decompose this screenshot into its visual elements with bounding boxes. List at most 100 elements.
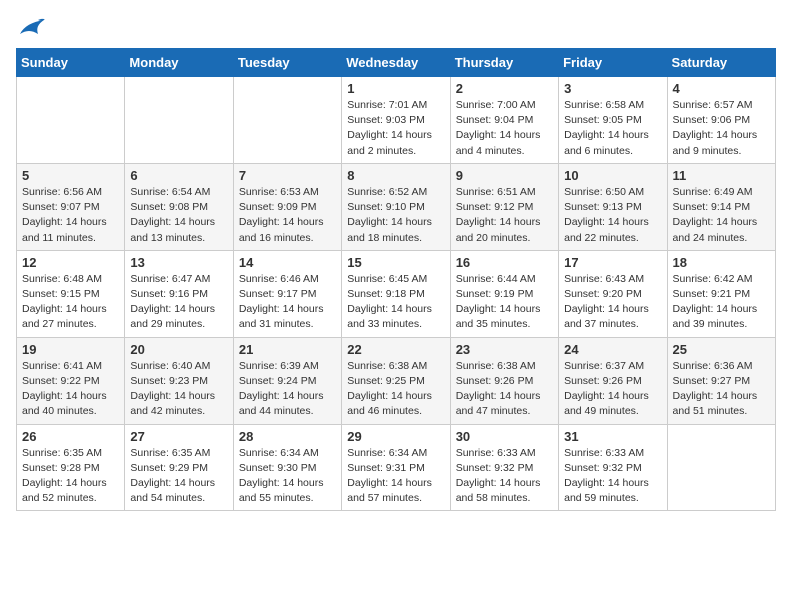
calendar-cell: 13 Sunrise: 6:47 AM Sunset: 9:16 PM Dayli…: [125, 250, 233, 337]
cell-content: Sunrise: 7:00 AM Sunset: 9:04 PM Dayligh…: [456, 98, 553, 159]
calendar-cell: 2 Sunrise: 7:00 AM Sunset: 9:04 PM Daylig…: [450, 77, 558, 164]
day-of-week-header: Wednesday: [342, 49, 450, 77]
calendar-cell: [667, 424, 775, 511]
day-number: 17: [564, 255, 661, 270]
day-number: 9: [456, 168, 553, 183]
cell-content: Sunrise: 6:33 AM Sunset: 9:32 PM Dayligh…: [564, 446, 661, 507]
logo: [16, 16, 46, 38]
day-number: 19: [22, 342, 119, 357]
day-number: 31: [564, 429, 661, 444]
day-of-week-header: Friday: [559, 49, 667, 77]
cell-content: Sunrise: 6:42 AM Sunset: 9:21 PM Dayligh…: [673, 272, 770, 333]
cell-content: Sunrise: 6:54 AM Sunset: 9:08 PM Dayligh…: [130, 185, 227, 246]
calendar-table: SundayMondayTuesdayWednesdayThursdayFrid…: [16, 48, 776, 511]
calendar-cell: 21 Sunrise: 6:39 AM Sunset: 9:24 PM Dayli…: [233, 337, 341, 424]
day-number: 20: [130, 342, 227, 357]
calendar-cell: 25 Sunrise: 6:36 AM Sunset: 9:27 PM Dayli…: [667, 337, 775, 424]
day-number: 24: [564, 342, 661, 357]
day-number: 1: [347, 81, 444, 96]
cell-content: Sunrise: 7:01 AM Sunset: 9:03 PM Dayligh…: [347, 98, 444, 159]
calendar-cell: [125, 77, 233, 164]
day-number: 10: [564, 168, 661, 183]
day-number: 21: [239, 342, 336, 357]
calendar-cell: 18 Sunrise: 6:42 AM Sunset: 9:21 PM Dayli…: [667, 250, 775, 337]
cell-content: Sunrise: 6:38 AM Sunset: 9:26 PM Dayligh…: [456, 359, 553, 420]
calendar-cell: 9 Sunrise: 6:51 AM Sunset: 9:12 PM Daylig…: [450, 163, 558, 250]
cell-content: Sunrise: 6:46 AM Sunset: 9:17 PM Dayligh…: [239, 272, 336, 333]
day-number: 6: [130, 168, 227, 183]
calendar-cell: 28Sunrise: 6:34 AM Sunset: 9:30 PM Dayli…: [233, 424, 341, 511]
day-number: 8: [347, 168, 444, 183]
day-number: 18: [673, 255, 770, 270]
cell-content: Sunrise: 6:38 AM Sunset: 9:25 PM Dayligh…: [347, 359, 444, 420]
calendar-cell: 26 Sunrise: 6:35 AM Sunset: 9:28 PM Dayli…: [17, 424, 125, 511]
cell-content: Sunrise: 6:56 AM Sunset: 9:07 PM Dayligh…: [22, 185, 119, 246]
calendar-cell: 27 Sunrise: 6:35 AM Sunset: 9:29 PM Dayli…: [125, 424, 233, 511]
calendar-cell: 4 Sunrise: 6:57 AM Sunset: 9:06 PM Daylig…: [667, 77, 775, 164]
day-number: 5: [22, 168, 119, 183]
day-number: 4: [673, 81, 770, 96]
day-number: 13: [130, 255, 227, 270]
cell-content: Sunrise: 6:43 AM Sunset: 9:20 PM Dayligh…: [564, 272, 661, 333]
calendar-cell: 8 Sunrise: 6:52 AM Sunset: 9:10 PM Daylig…: [342, 163, 450, 250]
day-number: 26: [22, 429, 119, 444]
day-number: 25: [673, 342, 770, 357]
day-of-week-header: Tuesday: [233, 49, 341, 77]
day-number: 27: [130, 429, 227, 444]
calendar-cell: 12Sunrise: 6:48 AM Sunset: 9:15 PM Dayli…: [17, 250, 125, 337]
day-number: 7: [239, 168, 336, 183]
cell-content: Sunrise: 6:41 AM Sunset: 9:22 PM Dayligh…: [22, 359, 119, 420]
day-number: 16: [456, 255, 553, 270]
day-number: 23: [456, 342, 553, 357]
calendar-cell: 5 Sunrise: 6:56 AM Sunset: 9:07 PM Daylig…: [17, 163, 125, 250]
calendar-cell: 6 Sunrise: 6:54 AM Sunset: 9:08 PM Daylig…: [125, 163, 233, 250]
cell-content: Sunrise: 6:50 AM Sunset: 9:13 PM Dayligh…: [564, 185, 661, 246]
calendar-cell: 30 Sunrise: 6:33 AM Sunset: 9:32 PM Dayli…: [450, 424, 558, 511]
calendar-cell: [17, 77, 125, 164]
cell-content: Sunrise: 6:47 AM Sunset: 9:16 PM Dayligh…: [130, 272, 227, 333]
calendar-cell: 19 Sunrise: 6:41 AM Sunset: 9:22 PM Dayli…: [17, 337, 125, 424]
calendar-cell: 7 Sunrise: 6:53 AM Sunset: 9:09 PM Daylig…: [233, 163, 341, 250]
cell-content: Sunrise: 6:34 AM Sunset: 9:31 PM Dayligh…: [347, 446, 444, 507]
cell-content: Sunrise: 6:39 AM Sunset: 9:24 PM Dayligh…: [239, 359, 336, 420]
page-header: [16, 16, 776, 38]
day-number: 15: [347, 255, 444, 270]
day-number: 30: [456, 429, 553, 444]
cell-content: Sunrise: 6:49 AM Sunset: 9:14 PM Dayligh…: [673, 185, 770, 246]
day-of-week-header: Saturday: [667, 49, 775, 77]
calendar-cell: 22 Sunrise: 6:38 AM Sunset: 9:25 PM Dayli…: [342, 337, 450, 424]
cell-content: Sunrise: 6:36 AM Sunset: 9:27 PM Dayligh…: [673, 359, 770, 420]
cell-content: Sunrise: 6:58 AM Sunset: 9:05 PM Dayligh…: [564, 98, 661, 159]
calendar-cell: 14 Sunrise: 6:46 AM Sunset: 9:17 PM Dayli…: [233, 250, 341, 337]
cell-content: Sunrise: 6:40 AM Sunset: 9:23 PM Dayligh…: [130, 359, 227, 420]
calendar-cell: 1 Sunrise: 7:01 AM Sunset: 9:03 PM Daylig…: [342, 77, 450, 164]
day-of-week-header: Thursday: [450, 49, 558, 77]
calendar-cell: [233, 77, 341, 164]
cell-content: Sunrise: 6:35 AM Sunset: 9:28 PM Dayligh…: [22, 446, 119, 507]
cell-content: Sunrise: 6:45 AM Sunset: 9:18 PM Dayligh…: [347, 272, 444, 333]
cell-content: Sunrise: 6:48 AM Sunset: 9:15 PM Dayligh…: [22, 272, 119, 333]
day-number: 2: [456, 81, 553, 96]
calendar-cell: 3 Sunrise: 6:58 AM Sunset: 9:05 PM Daylig…: [559, 77, 667, 164]
calendar-cell: 29 Sunrise: 6:34 AM Sunset: 9:31 PM Dayli…: [342, 424, 450, 511]
cell-content: Sunrise: 6:34 AM Sunset: 9:30 PM Dayligh…: [239, 446, 336, 507]
cell-content: Sunrise: 6:53 AM Sunset: 9:09 PM Dayligh…: [239, 185, 336, 246]
calendar-cell: 31 Sunrise: 6:33 AM Sunset: 9:32 PM Dayli…: [559, 424, 667, 511]
calendar-cell: 23 Sunrise: 6:38 AM Sunset: 9:26 PM Dayli…: [450, 337, 558, 424]
day-number: 3: [564, 81, 661, 96]
logo-bird-icon: [18, 16, 46, 38]
day-number: 29: [347, 429, 444, 444]
cell-content: Sunrise: 6:51 AM Sunset: 9:12 PM Dayligh…: [456, 185, 553, 246]
cell-content: Sunrise: 6:57 AM Sunset: 9:06 PM Dayligh…: [673, 98, 770, 159]
cell-content: Sunrise: 6:52 AM Sunset: 9:10 PM Dayligh…: [347, 185, 444, 246]
day-number: 22: [347, 342, 444, 357]
cell-content: Sunrise: 6:44 AM Sunset: 9:19 PM Dayligh…: [456, 272, 553, 333]
cell-content: Sunrise: 6:35 AM Sunset: 9:29 PM Dayligh…: [130, 446, 227, 507]
day-number: 11: [673, 168, 770, 183]
cell-content: Sunrise: 6:33 AM Sunset: 9:32 PM Dayligh…: [456, 446, 553, 507]
calendar-cell: 10 Sunrise: 6:50 AM Sunset: 9:13 PM Dayli…: [559, 163, 667, 250]
day-number: 14: [239, 255, 336, 270]
calendar-cell: 11 Sunrise: 6:49 AM Sunset: 9:14 PM Dayli…: [667, 163, 775, 250]
calendar-cell: 16 Sunrise: 6:44 AM Sunset: 9:19 PM Dayli…: [450, 250, 558, 337]
calendar-cell: 15 Sunrise: 6:45 AM Sunset: 9:18 PM Dayli…: [342, 250, 450, 337]
